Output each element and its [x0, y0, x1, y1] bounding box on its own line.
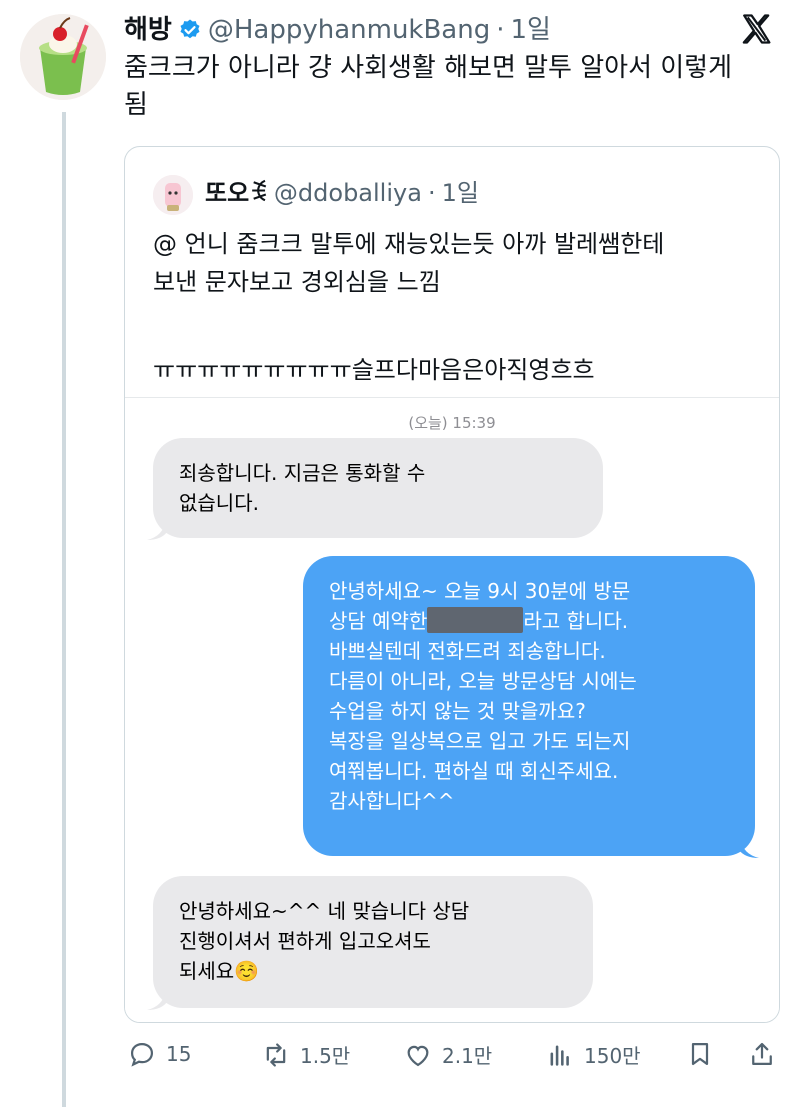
- bookmark-icon: [691, 1042, 709, 1066]
- incoming-message: 죄송합니다. 지금은 통화할 수 없습니다.: [153, 438, 603, 538]
- x-logo-icon: [742, 14, 771, 44]
- bubble-tail-icon: [147, 992, 167, 1010]
- author-handle[interactable]: @HappyhanmukBang: [208, 12, 490, 48]
- author-name[interactable]: 해방: [124, 12, 172, 48]
- bubble-tail-icon: [739, 840, 759, 858]
- message-line: 바쁘실텐데 전화드려 죄송합니다.: [329, 639, 606, 663]
- quoted-header: 또오ꉂ @ddoballiya · 1일: [205, 175, 479, 211]
- redacted-name: [427, 607, 524, 633]
- quoted-author-avatar[interactable]: [153, 175, 193, 215]
- reply-button[interactable]: 15: [128, 1040, 191, 1068]
- bookmark-button[interactable]: [686, 1040, 714, 1068]
- quoted-line: ㅠㅠㅠㅠㅠㅠㅠㅠㅠ슬프다마음은아직영흐흐: [153, 356, 595, 384]
- heart-icon: [407, 1045, 429, 1066]
- quoted-line: @ 언니 줌크크 말투에 재능있는듯 아까 발레쌤한테: [153, 230, 665, 258]
- thread-line: [62, 112, 66, 1107]
- reply-icon: [130, 1042, 154, 1067]
- verified-badge-icon: [180, 19, 200, 39]
- message-line: 되세요☺️: [179, 959, 260, 983]
- quoted-line: 보낸 문자보고 경외심을 느낌: [153, 268, 441, 296]
- like-count: 2.1만: [442, 1044, 493, 1068]
- message-line: 수업을 하지 않는 것 맞을까요?: [329, 699, 586, 723]
- message-line: 복장을 일상복으로 입고 가도 되는지: [329, 729, 631, 753]
- analytics-icon: [550, 1045, 569, 1066]
- quoted-tweet[interactable]: 또오ꉂ @ddoballiya · 1일 @ 언니 줌크크 말투에 재능있는듯 …: [124, 146, 780, 1023]
- quoted-author-handle[interactable]: @ddoballiya: [274, 175, 422, 211]
- quoted-author-name[interactable]: 또오ꉂ: [205, 175, 268, 211]
- message-line: 감사합니다^^: [329, 789, 455, 813]
- retweet-count: 1.5만: [300, 1044, 351, 1068]
- tweet-header: 해방 @HappyhanmukBang · 1일: [124, 12, 551, 48]
- share-button[interactable]: [748, 1040, 776, 1068]
- message-line: 여쭤봅니다. 편하실 때 회신주세요.: [329, 759, 619, 783]
- separator-dot: ·: [427, 179, 436, 207]
- incoming-message: 안녕하세요~^^ 네 맞습니다 상담 진행이셔서 편하게 입고오셔도 되세요☺️: [153, 876, 593, 1008]
- outgoing-message: 안녕하세요~ 오늘 9시 30분에 방문 상담 예약한 라고 합니다. 바쁘실텐데…: [303, 556, 755, 856]
- quoted-text: @ 언니 줌크크 말투에 재능있는듯 아까 발레쌤한테 보낸 문자보고 경외심을…: [153, 225, 759, 389]
- tweet-time[interactable]: 1일: [511, 12, 551, 48]
- message-fragment: 라고 합니다.: [523, 609, 629, 633]
- message-line: 죄송합니다. 지금은 통화할 수: [179, 461, 426, 485]
- message-fragment: 상담 예약한: [329, 609, 428, 633]
- tweet-text: 줌크크가 아니라 걍 사회생활 해보면 말투 알아서 이렇게 됨: [124, 53, 733, 120]
- message-line: 안녕하세요~^^ 네 맞습니다 상담: [179, 899, 470, 923]
- message-timestamp: (오늘) 15:39: [408, 414, 496, 432]
- message-line: 진행이셔서 편하게 입고오셔도: [179, 929, 431, 953]
- bubble-tail-icon: [147, 522, 167, 540]
- share-icon: [752, 1042, 772, 1066]
- author-avatar[interactable]: [20, 14, 106, 100]
- quoted-time[interactable]: 1일: [442, 175, 479, 211]
- message-line: 없습니다.: [179, 491, 259, 515]
- retweet-icon: [266, 1042, 286, 1067]
- view-count: 150만: [584, 1044, 641, 1068]
- tweet-actions: 15 1.5만 2.1만 150만: [124, 1040, 784, 1080]
- message-line: 다름이 아니라, 오늘 방문상담 시에는: [329, 669, 637, 693]
- message-screenshot[interactable]: (오늘) 15:39 죄송합니다. 지금은 통화할 수 없습니다. 안녕하세요~…: [125, 397, 779, 1022]
- like-button[interactable]: 2.1만: [404, 1040, 492, 1069]
- message-line: 안녕하세요~ 오늘 9시 30분에 방문: [329, 579, 631, 603]
- reply-count: 15: [166, 1042, 192, 1066]
- retweet-button[interactable]: 1.5만: [262, 1040, 350, 1069]
- views-button[interactable]: 150만: [546, 1040, 641, 1069]
- separator-dot: ·: [496, 15, 505, 45]
- message-line: 상담 예약한 라고 합니다.: [329, 606, 729, 636]
